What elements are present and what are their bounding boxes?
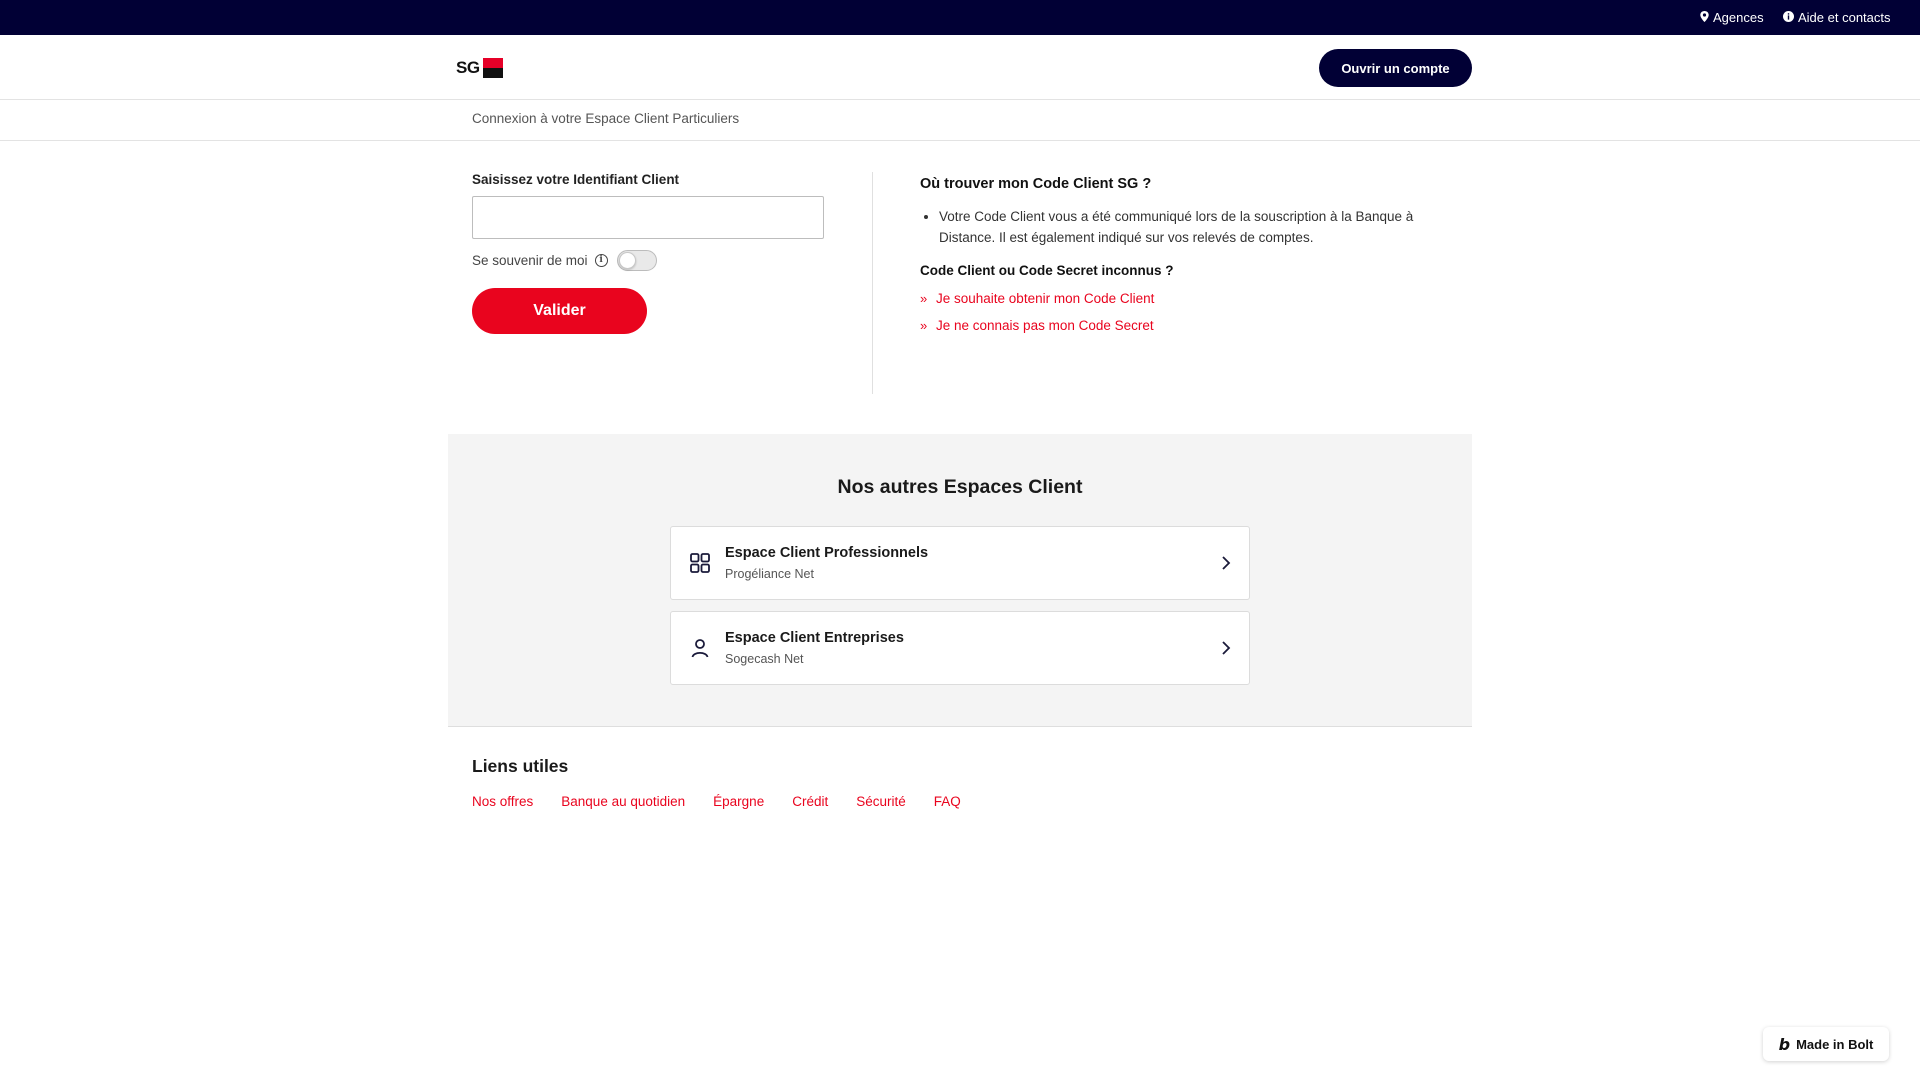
- help-title: Où trouver mon Code Client SG ?: [920, 176, 1152, 192]
- location-pin-icon: [1700, 10, 1709, 25]
- help-subtitle: Code Client ou Code Secret inconnus ?: [920, 263, 1174, 278]
- card-professionals[interactable]: Espace Client Professionnels Progéliance…: [670, 526, 1250, 600]
- breadcrumb-bar: Connexion à votre Espace Client Particul…: [0, 100, 1920, 141]
- login-form: Saisissez votre Identifiant Client Se so…: [472, 172, 832, 334]
- made-in-bolt-label: Made in Bolt: [1796, 1036, 1874, 1052]
- remember-me-toggle[interactable]: [616, 249, 657, 271]
- get-client-code-label: Je souhaite obtenir mon Code Client: [936, 290, 1155, 306]
- agencies-link[interactable]: Agences: [1700, 0, 1764, 35]
- link-our-offers[interactable]: Nos offres: [472, 794, 533, 809]
- card-enterprises[interactable]: Espace Client Entreprises Sogecash Net: [670, 611, 1250, 685]
- bolt-logo-icon: b: [1778, 1034, 1791, 1054]
- help-contacts-link[interactable]: Aide et contacts: [1783, 0, 1891, 35]
- card-title: Espace Client Entreprises: [725, 630, 904, 646]
- client-id-label: Saisissez votre Identifiant Client: [472, 172, 680, 187]
- link-daily-banking[interactable]: Banque au quotidien: [561, 794, 685, 809]
- user-icon: [689, 637, 711, 659]
- link-savings[interactable]: Épargne: [713, 794, 764, 809]
- card-subtitle: Progéliance Net: [725, 567, 814, 581]
- sg-logo[interactable]: SG: [456, 58, 503, 78]
- remember-me-row: Se souvenir de moi i: [472, 249, 832, 271]
- link-faq[interactable]: FAQ: [934, 794, 961, 809]
- grid-icon: [689, 552, 711, 574]
- toggle-knob: [618, 251, 636, 269]
- double-chevron-icon: »: [920, 290, 928, 306]
- card-subtitle: Sogecash Net: [725, 652, 804, 666]
- help-panel: Où trouver mon Code Client SG ? Votre Co…: [920, 176, 1440, 335]
- useful-links: Nos offres Banque au quotidien Épargne C…: [472, 794, 989, 809]
- useful-links-title: Liens utiles: [472, 756, 569, 776]
- remember-me-label: Se souvenir de moi: [472, 252, 588, 268]
- help-icon: [1783, 10, 1794, 25]
- logo-flag-icon: [482, 58, 503, 78]
- info-icon[interactable]: i: [594, 253, 608, 267]
- breadcrumb: Connexion à votre Espace Client Particul…: [472, 111, 740, 126]
- chevron-right-icon: [1219, 555, 1233, 571]
- made-in-bolt-badge[interactable]: b Made in Bolt: [1763, 1027, 1889, 1061]
- agencies-label: Agences: [1713, 10, 1764, 25]
- open-account-button[interactable]: Ouvrir un compte: [1319, 49, 1472, 87]
- get-client-code-link[interactable]: » Je souhaite obtenir mon Code Client: [920, 288, 1440, 308]
- other-spaces-section: Nos autres Espaces Client Espace Client …: [448, 434, 1472, 727]
- double-chevron-icon: »: [920, 317, 928, 333]
- forgot-secret-code-link[interactable]: » Je ne connais pas mon Code Secret: [920, 315, 1440, 335]
- client-id-input[interactable]: [472, 196, 824, 239]
- main-header: SG Ouvrir un compte: [0, 35, 1920, 100]
- help-list: Votre Code Client vous a été communiqué …: [920, 206, 1440, 248]
- forgot-secret-code-label: Je ne connais pas mon Code Secret: [936, 317, 1154, 333]
- vertical-divider: [872, 172, 873, 394]
- help-bullet: Votre Code Client vous a été communiqué …: [939, 206, 1440, 248]
- other-spaces-title: Nos autres Espaces Client: [837, 476, 1083, 498]
- logo-text: SG: [456, 58, 480, 77]
- top-utility-bar: Agences Aide et contacts: [0, 0, 1920, 35]
- chevron-right-icon: [1219, 640, 1233, 656]
- help-contacts-label: Aide et contacts: [1798, 10, 1891, 25]
- link-credit[interactable]: Crédit: [792, 794, 828, 809]
- card-title: Espace Client Professionnels: [725, 545, 929, 561]
- link-security[interactable]: Sécurité: [856, 794, 906, 809]
- validate-button[interactable]: Valider: [472, 288, 647, 334]
